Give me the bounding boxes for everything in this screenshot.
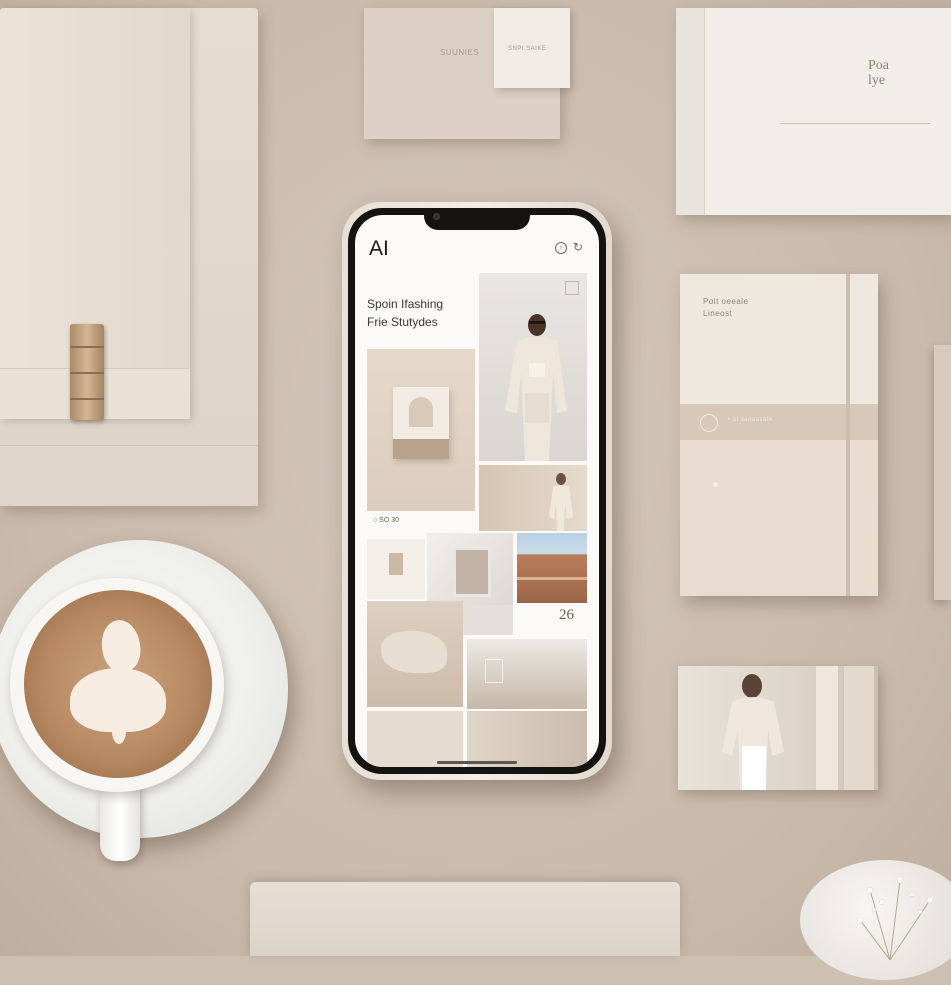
feed-heading-line1: Spoin Ifashing xyxy=(367,297,444,311)
book-rule-line xyxy=(780,123,930,124)
notebook-emblem-icon xyxy=(700,414,718,432)
towel-bottom-strip xyxy=(0,445,258,506)
candle xyxy=(389,553,403,575)
tile-shop[interactable] xyxy=(467,639,587,709)
notebook-elastic xyxy=(846,274,850,596)
notebook-band-text: • ol senaasate xyxy=(728,417,773,423)
baby-breath-flowers-icon xyxy=(856,876,934,961)
photo-person xyxy=(722,674,784,790)
tile-model-small[interactable] xyxy=(479,465,587,531)
clasp-groove xyxy=(70,346,104,348)
tile-number: 26 xyxy=(559,607,574,623)
leather-tray xyxy=(250,882,680,956)
book-title: Poa lye xyxy=(868,58,889,88)
tile-building[interactable] xyxy=(517,533,587,603)
notebook-label-line2: Lineost xyxy=(703,309,733,318)
model-figure xyxy=(505,314,567,461)
card-box-lid: SNPI SAIKE xyxy=(494,8,570,88)
tile-fashion-model[interactable] xyxy=(479,273,587,461)
gallery-frame xyxy=(453,547,491,597)
feed-heading: Spoin Ifashing Frie Stutydes xyxy=(367,295,443,331)
camera-icon xyxy=(433,213,440,220)
box-lid-text: SNPI SAIKE xyxy=(508,46,547,52)
phone-notch xyxy=(424,208,530,230)
circle-arrow-icon[interactable]: › xyxy=(555,242,567,254)
shop-window xyxy=(485,659,503,683)
fabric-drape xyxy=(381,631,447,673)
flower-bowl xyxy=(800,860,951,980)
tile-select-box[interactable] xyxy=(565,281,579,295)
phone-screen: AI › ↻ Spoin Ifashing Frie Stutydes ○ SO… xyxy=(355,215,599,767)
notebook-label-line1: Poit oeeale xyxy=(703,297,749,306)
model-small-figure xyxy=(549,473,573,531)
tile-interior[interactable] xyxy=(467,711,587,767)
refresh-icon[interactable]: ↻ xyxy=(573,240,583,254)
tile-product[interactable] xyxy=(367,349,475,511)
box-text: SUUNIES xyxy=(440,48,480,57)
hardcover-book xyxy=(676,8,951,215)
feed-heading-line2: Frie Stutydes xyxy=(367,315,438,329)
fashion-photo-card xyxy=(678,666,878,790)
side-slab xyxy=(934,345,951,600)
latte-heart-top xyxy=(98,617,144,675)
building-ledge xyxy=(517,577,587,580)
product-base xyxy=(393,439,449,459)
clasp-groove xyxy=(70,398,104,400)
latte-art xyxy=(24,590,212,778)
notebook-label: Poit oeeale Lineost xyxy=(703,296,749,320)
book-title-line1: Poa xyxy=(868,58,889,73)
latte-heart-tail xyxy=(112,718,126,744)
tile-caption: ○ SO 30 xyxy=(373,517,400,524)
product-card xyxy=(393,387,449,459)
tile-fabric[interactable] xyxy=(367,601,463,707)
app-logo[interactable]: AI xyxy=(369,237,389,261)
home-indicator[interactable] xyxy=(437,761,517,764)
product-arch xyxy=(409,397,433,427)
clasp-groove xyxy=(70,372,104,374)
book-spine xyxy=(676,8,705,215)
notebook-dot xyxy=(713,482,718,487)
tile-vase[interactable] xyxy=(367,711,463,767)
tile-candle[interactable] xyxy=(367,539,425,599)
book-title-line2: lye xyxy=(868,73,886,88)
desk-scene: SUUNIES SNPI SAIKE Poa lye • ol senaasat… xyxy=(0,0,951,980)
photo-curtain xyxy=(844,666,874,790)
photo-window xyxy=(816,666,838,790)
